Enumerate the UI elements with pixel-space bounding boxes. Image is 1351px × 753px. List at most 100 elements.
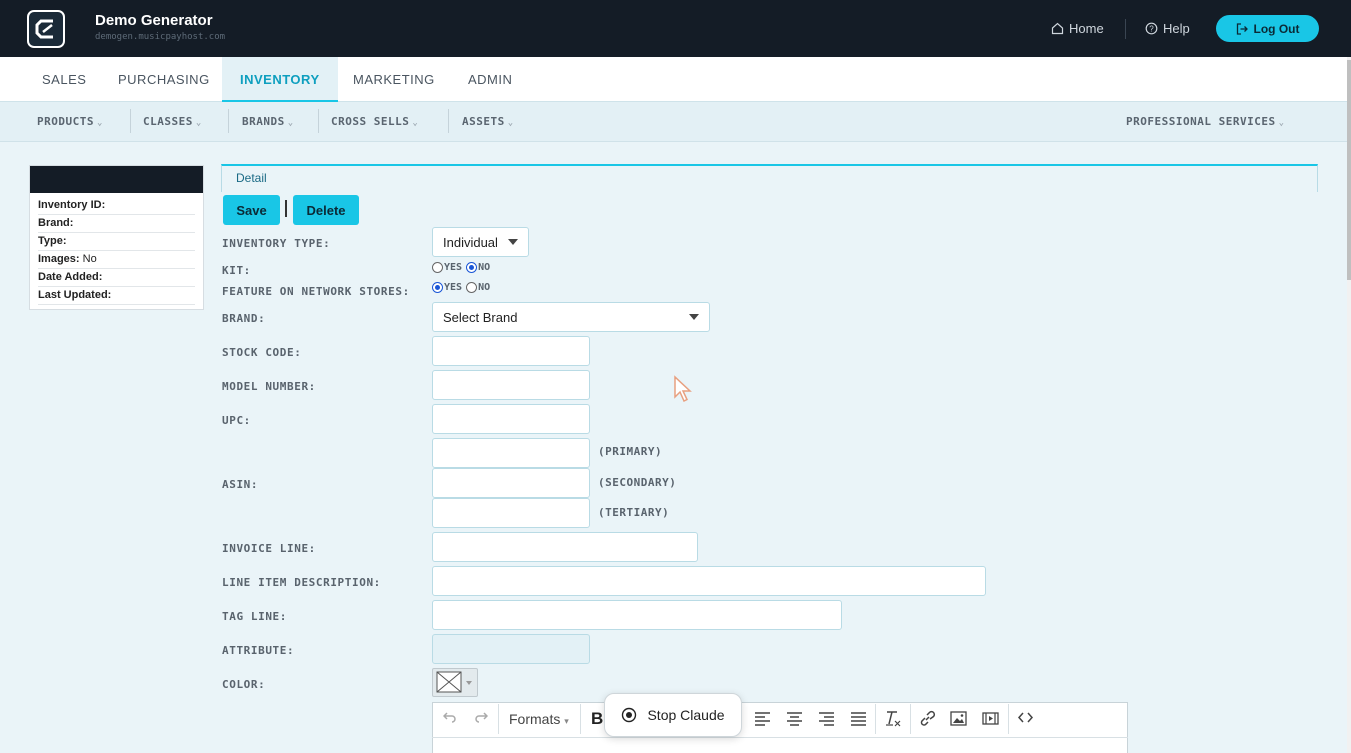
bold-button[interactable]: B: [591, 709, 603, 729]
subnav-professional-services[interactable]: PROFESSIONAL SERVICES ⌄: [1126, 115, 1285, 128]
inventory-type-label: INVENTORY TYPE:: [222, 237, 331, 250]
link-icon[interactable]: [919, 710, 936, 730]
detail-panel: [221, 164, 1318, 192]
feature-yes-radio[interactable]: [432, 282, 443, 293]
toolbar-separator: [1008, 704, 1009, 734]
delete-button[interactable]: Delete: [293, 195, 359, 225]
subnav-products[interactable]: PRODUCTS ⌄: [37, 115, 103, 128]
upc-label: UPC:: [222, 414, 251, 427]
asin-primary-label: (PRIMARY): [598, 445, 663, 458]
date-added-label: Date Added:: [38, 271, 103, 283]
align-right-icon[interactable]: [818, 711, 835, 729]
subnav-divider: [318, 109, 319, 133]
color-picker[interactable]: [432, 668, 478, 697]
formats-dropdown[interactable]: Formats ▾: [509, 711, 569, 727]
clear-formatting-icon[interactable]: [884, 709, 902, 730]
tag-line-input[interactable]: [432, 600, 842, 630]
stop-claude-button[interactable]: Stop Claude: [604, 693, 742, 737]
align-left-icon[interactable]: [754, 711, 771, 729]
stock-code-label: STOCK CODE:: [222, 346, 302, 359]
chevron-down-icon: ⌄: [96, 118, 103, 128]
stop-icon: [622, 707, 637, 723]
header-divider: [1125, 19, 1126, 39]
svg-text:?: ?: [1149, 24, 1154, 33]
feature-no-radio[interactable]: [466, 282, 478, 293]
scrollbar-thumb[interactable]: [1347, 60, 1351, 280]
brand-field-label: BRAND:: [222, 312, 266, 325]
formats-label: Formats: [509, 711, 561, 727]
inventory-id-label: Inventory ID:: [38, 199, 106, 211]
tab-detail[interactable]: Detail: [236, 171, 267, 185]
home-icon: [1051, 22, 1064, 35]
feature-no-label: NO: [478, 282, 491, 293]
chevron-down-icon: ⌄: [1278, 118, 1285, 128]
dropdown-arrow-icon: [508, 239, 518, 245]
brand-select[interactable]: Select Brand: [432, 302, 710, 332]
kit-yes-radio[interactable]: [432, 262, 443, 273]
dropdown-arrow-icon: [689, 314, 699, 320]
line-item-description-label: LINE ITEM DESCRIPTION:: [222, 576, 381, 589]
toolbar-separator: [875, 704, 876, 734]
app-logo[interactable]: [27, 10, 65, 48]
subnav-assets[interactable]: ASSETS ⌄: [462, 115, 514, 128]
asin-tertiary-input[interactable]: [432, 498, 590, 528]
subnav-brands[interactable]: BRANDS ⌄: [242, 115, 294, 128]
image-icon[interactable]: [950, 711, 967, 729]
item-summary-panel: Inventory ID: Brand: Type: Images: No Da…: [29, 165, 204, 310]
align-center-icon[interactable]: [786, 711, 803, 729]
chevron-down-icon: ⌄: [287, 118, 294, 128]
align-justify-icon[interactable]: [850, 711, 867, 729]
subnav-divider: [228, 109, 229, 133]
summary-type: Type:: [38, 233, 195, 251]
subnav-classes[interactable]: CLASSES ⌄: [143, 115, 202, 128]
toolbar-separator: [498, 704, 499, 734]
help-icon: ?: [1145, 22, 1158, 35]
subnav-assets-label: ASSETS: [462, 115, 505, 128]
tab-purchasing[interactable]: PURCHASING: [100, 57, 228, 102]
images-value: No: [82, 253, 97, 265]
logo-icon: [35, 19, 53, 39]
tab-admin[interactable]: ADMIN: [450, 57, 530, 102]
upc-input[interactable]: [432, 404, 590, 434]
logout-button[interactable]: Log Out: [1216, 15, 1319, 42]
feature-radio-group: YES NO: [432, 282, 494, 293]
invoice-line-label: INVOICE LINE:: [222, 542, 316, 555]
app-title: Demo Generator: [95, 12, 213, 29]
redo-icon[interactable]: [474, 710, 489, 727]
type-label: Type:: [38, 235, 67, 247]
app-subtitle: demogen.musicpayhost.com: [95, 32, 226, 42]
inventory-type-select[interactable]: Individual: [432, 227, 529, 257]
attribute-label: ATTRIBUTE:: [222, 644, 295, 657]
tab-inventory[interactable]: INVENTORY: [222, 57, 338, 102]
undo-icon[interactable]: [442, 710, 457, 727]
asin-label: ASIN:: [222, 478, 259, 491]
model-number-label: MODEL NUMBER:: [222, 380, 316, 393]
invoice-line-input[interactable]: [432, 532, 698, 562]
last-updated-label: Last Updated:: [38, 289, 112, 301]
kit-no-radio[interactable]: [466, 262, 478, 273]
summary-date-added: Date Added:: [38, 269, 195, 287]
asin-primary-input[interactable]: [432, 438, 590, 468]
toolbar-divider: [432, 737, 1128, 738]
kit-label: KIT:: [222, 264, 251, 277]
home-link[interactable]: Home: [1051, 21, 1104, 36]
tab-marketing[interactable]: MARKETING: [335, 57, 453, 102]
stock-code-input[interactable]: [432, 336, 590, 366]
subnav-classes-label: CLASSES: [143, 115, 193, 128]
subnav-divider: [448, 109, 449, 133]
source-code-icon[interactable]: [1017, 710, 1034, 728]
summary-brand: Brand:: [38, 215, 195, 233]
save-button[interactable]: Save: [223, 195, 280, 225]
model-number-input[interactable]: [432, 370, 590, 400]
asin-secondary-label: (SECONDARY): [598, 476, 677, 489]
subnav-cross-sells[interactable]: CROSS SELLS ⌄: [331, 115, 418, 128]
tab-sales[interactable]: SALES: [24, 57, 104, 102]
line-item-description-input[interactable]: [432, 566, 986, 596]
main-tabs: SALES PURCHASING INVENTORY MARKETING ADM…: [0, 57, 1347, 102]
help-link[interactable]: ? Help: [1145, 21, 1190, 36]
images-label: Images:: [38, 253, 80, 265]
button-divider: [285, 200, 287, 217]
asin-secondary-input[interactable]: [432, 468, 590, 498]
help-label: Help: [1163, 21, 1190, 36]
media-icon[interactable]: [982, 711, 999, 729]
